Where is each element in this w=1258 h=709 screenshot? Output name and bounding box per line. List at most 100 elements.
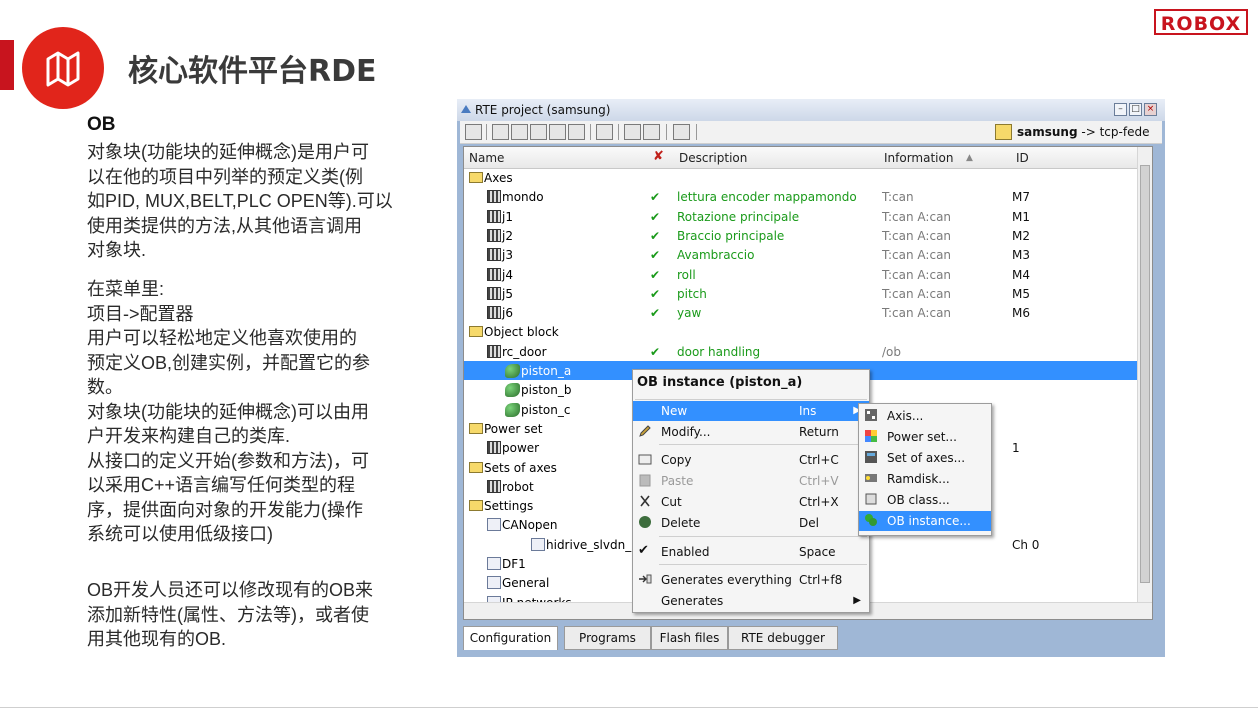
enabled-check-icon[interactable]: ✔ [650,306,660,320]
paste-icon [638,473,652,487]
text-line: 序，提供面向对象的开发能力(操作 [87,499,363,520]
sort-asc-icon: ▲ [966,153,973,163]
menu-item-paste[interactable]: Paste Ctrl+V [633,471,869,491]
row-description: Braccio principale [677,228,785,243]
tree-item-label: piston_a [505,364,571,378]
submenu-item-set-of-axes[interactable]: Set of axes... [859,448,991,468]
submenu-item-ob-instance[interactable]: OB instance... [859,511,991,531]
generate-icon [638,572,652,586]
enabled-check-icon[interactable]: ✔ [650,210,660,224]
properties-icon[interactable] [465,124,482,140]
axis-icon [864,408,878,422]
menu-item-new[interactable]: NewIns▶ [633,401,869,421]
menu-item-enabled[interactable]: ✔ Enabled Space [633,542,869,562]
enabled-check-icon[interactable]: ✔ [650,229,660,243]
document-icon[interactable] [549,124,566,140]
column-header: Name ✘ Description Information ▲ ID [464,147,1140,169]
menu-item-cut[interactable]: Cut Ctrl+X [633,492,869,512]
restore-button[interactable]: □ [1129,103,1142,116]
tree-item-label: Sets of axes [469,461,557,475]
scrollbar-thumb[interactable] [1140,165,1150,583]
submenu-item-ob-class[interactable]: OB class... [859,490,991,510]
row-id: M3 [1012,248,1030,263]
row-information: T:can A:can [882,228,952,243]
tree-item-name: j4 [502,267,513,282]
delete-item-icon[interactable] [530,124,547,140]
tree-row[interactable]: j2 ✔ Braccio principale T:can A:can M2 [464,226,1140,245]
settings-icon [487,518,501,532]
axis-icon [487,248,501,262]
tab-flash-files[interactable]: Flash files [651,626,728,650]
enabled-column-icon[interactable]: ✘ [653,149,664,164]
tree-item-label: DF1 [487,557,526,571]
tree-item-label: robot [487,479,534,494]
tree-item-name: piston_b [521,383,572,398]
enabled-check-icon[interactable]: ✔ [650,345,660,359]
menu-item-generates[interactable]: Generates ▶ [633,591,869,611]
edit-item-icon[interactable] [511,124,528,140]
menu-item-copy[interactable]: Copy Ctrl+C [633,450,869,470]
tree-item-name: DF1 [502,557,526,571]
book-icon[interactable] [673,124,690,140]
folder-icon [469,326,483,338]
enabled-check-icon[interactable]: ✔ [650,248,660,262]
new-item-icon[interactable] [492,124,509,140]
submenu-item-axis[interactable]: Axis... [859,406,991,426]
tree-row[interactable]: j3 ✔ Avambraccio T:can A:can M3 [464,245,1140,264]
tree-row[interactable]: j1 ✔ Rotazione principale T:can A:can M1 [464,207,1140,226]
tree-item-name: j1 [502,209,513,224]
settings-icon [487,557,501,570]
tab-programs[interactable]: Programs [564,626,651,650]
ob-instance-icon [505,402,520,417]
text-line: 户开发来构建自己的类库. [87,426,290,446]
context-menu: OB instance (piston_a) NewIns▶ Modify...… [632,369,870,613]
tree-row[interactable]: j5 ✔ pitch T:can A:can M5 [464,284,1140,303]
enabled-check-icon[interactable]: ✔ [650,190,660,204]
ramdisk-icon [864,471,878,485]
axis-icon [487,190,501,204]
mail-icon[interactable] [568,124,585,140]
ob-heading: OB [87,114,116,135]
tree-row[interactable]: mondo ✔ lettura encoder mappamondo T:can M7 [464,187,1140,206]
row-description: pitch [677,286,707,301]
tree-item-name: mondo [502,190,544,205]
text-line: 如PID, MUX,BELT,PLC OPEN等).可以 [87,191,393,211]
menu-item-modify[interactable]: Modify... Return [633,422,869,442]
axis-icon [487,344,501,358]
window-titlebar[interactable]: RTE project (samsung) – □ × [457,99,1165,121]
close-button[interactable]: × [1144,103,1157,116]
folder-icon[interactable] [995,124,1012,140]
tree-row[interactable]: j6 ✔ yaw T:can A:can M6 [464,303,1140,322]
col-id[interactable]: ID [1016,151,1029,165]
minimize-button[interactable]: – [1114,103,1127,116]
enabled-check-icon[interactable]: ✔ [650,287,660,301]
row-id: M1 [1012,209,1030,224]
window-stop-icon[interactable] [643,124,660,140]
submenu-item-power-set[interactable]: Power set... [859,427,991,447]
submenu-item-ramdisk[interactable]: Ramdisk... [859,469,991,489]
row-description: Avambraccio [677,248,755,263]
text-line: 对象块(功能块的延伸概念)可以由用 [87,401,369,422]
text-line: 数。 [87,377,123,397]
col-information[interactable]: Information [884,151,953,165]
col-description[interactable]: Description [679,151,747,165]
layout-icon[interactable] [596,124,613,140]
row-description: roll [677,267,696,282]
enabled-check-icon[interactable]: ✔ [650,268,660,282]
tab-rte-debugger[interactable]: RTE debugger [728,626,838,650]
vertical-scrollbar[interactable] [1137,147,1152,605]
window-icon[interactable] [624,124,641,140]
tab-configuration[interactable]: Configuration [463,626,558,650]
menu-item-delete[interactable]: Delete Del [633,513,869,533]
tree-row[interactable]: j4 ✔ roll T:can A:can M4 [464,265,1140,284]
tree-row[interactable]: rc_door ✔ door handling/ob [464,342,1140,361]
row-id: M7 [1012,190,1030,205]
text-line: 从接口的定义开始(参数和方法)，可 [87,450,369,471]
text-line: 对象块(功能块的延伸概念)是用户可 [87,142,369,162]
menu-item-generates-everything[interactable]: Generates everything Ctrl+f8 [633,570,869,590]
row-id: M2 [1012,228,1030,243]
tree-row[interactable]: Object block [464,322,1140,341]
settings-icon [487,576,501,590]
tree-row[interactable]: Axes [464,168,1140,187]
col-name[interactable]: Name [469,151,504,165]
